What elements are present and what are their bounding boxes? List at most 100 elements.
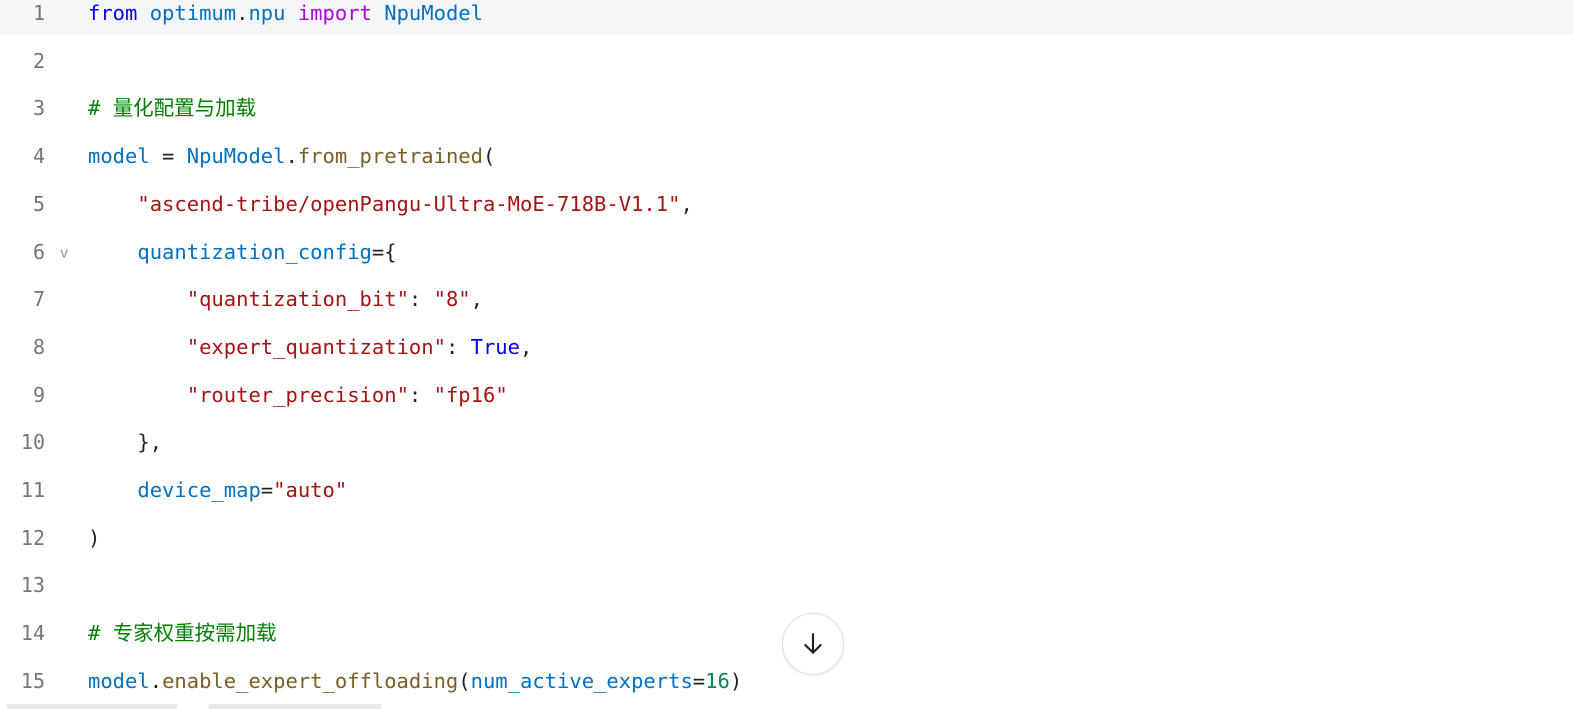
code-token: = <box>149 144 187 169</box>
code-token: "8" <box>433 287 471 312</box>
code-text: device_map="auto" <box>88 477 347 503</box>
code-text: quantization_config={ <box>88 239 397 265</box>
code-token: device_map <box>137 478 261 502</box>
line-gutter: 14 <box>0 611 88 655</box>
line-gutter: 4 <box>0 134 88 178</box>
line-gutter: 5 <box>0 182 88 226</box>
line-gutter: 2 <box>0 39 88 83</box>
code-line[interactable]: 13 <box>0 563 1574 607</box>
code-token: from_pretrained <box>297 144 483 169</box>
code-token: optimum <box>149 1 237 25</box>
code-text: from optimum.npu import NpuModel <box>88 0 483 26</box>
line-number: 2 <box>32 48 45 73</box>
code-token: NpuModel <box>186 144 286 169</box>
arrow-down-icon <box>804 633 822 654</box>
code-token: ) <box>729 668 743 693</box>
line-gutter: 10 <box>0 420 88 464</box>
code-token: : <box>445 334 471 359</box>
code-line[interactable]: 15 model.enable_expert_offloading(num_act… <box>0 659 1574 703</box>
code-token: . <box>149 668 163 693</box>
line-number: 8 <box>32 334 45 359</box>
code-line[interactable]: 12) <box>0 516 1574 560</box>
line-number: 1 <box>32 1 45 25</box>
code-token: import <box>297 1 372 25</box>
code-token: 专家权重按需加载 <box>112 621 277 646</box>
line-number: 15 <box>20 668 45 693</box>
line-gutter: 7 <box>0 277 88 321</box>
code-token: "fp16" <box>433 382 508 407</box>
code-line[interactable]: 1 from optimum.npu import NpuModel <box>0 0 1574 35</box>
line-gutter: 13 <box>0 563 88 607</box>
code-line[interactable]: 3 # 量化配置与加载 <box>0 86 1574 130</box>
line-gutter: 3 <box>0 86 88 130</box>
line-number: 13 <box>20 573 45 598</box>
code-editor[interactable]: 1 from optimum.npu import NpuModel 2 3 # 量化配… <box>0 0 1574 709</box>
code-token: "router_precision" <box>186 382 409 407</box>
code-line[interactable]: 6v quantization_config={ <box>0 230 1574 274</box>
code-token: num_active_experts <box>470 668 693 693</box>
horizontal-scrollbar-segment-2[interactable] <box>208 704 382 709</box>
code-text: }, <box>88 429 162 455</box>
code-line[interactable]: 4 model = NpuModel.from_pretrained( <box>0 134 1574 178</box>
code-text: model = NpuModel.from_pretrained( <box>88 143 495 169</box>
line-number: 6 <box>32 239 45 264</box>
line-gutter: 9 <box>0 373 88 417</box>
line-number: 10 <box>20 430 45 455</box>
line-gutter: 1 <box>0 0 88 35</box>
code-line[interactable]: 7 "quantization_bit": "8", <box>0 277 1574 321</box>
code-token: }, <box>137 430 163 455</box>
code-text: model.enable_expert_offloading(num_activ… <box>88 668 742 694</box>
code-text: "router_precision": "fp16" <box>88 382 508 408</box>
line-gutter: 11 <box>0 468 88 512</box>
code-token: . <box>285 144 298 169</box>
code-token: ( <box>458 668 471 693</box>
code-token: = <box>260 478 274 502</box>
code-token: enable_expert_offloading <box>162 668 459 693</box>
scroll-to-bottom-button[interactable] <box>782 613 844 675</box>
code-token: # <box>88 96 113 121</box>
code-token: "expert_quantization" <box>186 334 446 359</box>
line-number: 4 <box>32 144 45 169</box>
line-number: 12 <box>20 525 45 550</box>
code-line[interactable]: 10 }, <box>0 420 1574 464</box>
line-number: 11 <box>20 478 45 502</box>
code-token: "quantization_bit" <box>186 287 409 312</box>
code-token: : <box>408 382 434 407</box>
code-line[interactable]: 5 "ascend-tribe/openPangu-Ultra-MoE-718B… <box>0 182 1574 226</box>
line-number: 9 <box>32 382 45 407</box>
code-token: . <box>236 1 249 25</box>
code-text: "ascend-tribe/openPangu-Ultra-MoE-718B-V… <box>88 191 693 217</box>
code-token: ( <box>482 144 496 169</box>
horizontal-scrollbar-segment-1[interactable] <box>6 704 178 709</box>
line-gutter: 12 <box>0 516 88 560</box>
line-number: 5 <box>32 191 45 216</box>
line-gutter: 8 <box>0 325 88 369</box>
code-token: 16 <box>705 668 730 693</box>
code-text: "quantization_bit": "8", <box>88 286 483 312</box>
code-line[interactable]: 9 "router_precision": "fp16" <box>0 373 1574 417</box>
code-token: # <box>88 621 113 646</box>
code-token: NpuModel <box>384 1 483 25</box>
line-number: 14 <box>20 621 45 646</box>
code-token: True <box>470 334 520 359</box>
code-text: ) <box>88 525 100 551</box>
code-line[interactable]: 11 device_map="auto" <box>0 468 1574 512</box>
code-token: ={ <box>371 239 397 264</box>
line-number: 7 <box>32 287 45 312</box>
line-gutter: 6v <box>0 230 88 274</box>
code-token: , <box>680 191 693 216</box>
code-token: , <box>520 334 533 359</box>
line-gutter: 15 <box>0 659 88 703</box>
code-line[interactable]: 8 "expert_quantization": True, <box>0 325 1574 369</box>
code-line[interactable]: 2 <box>0 39 1574 83</box>
fold-chevron-icon[interactable]: v <box>60 240 68 266</box>
